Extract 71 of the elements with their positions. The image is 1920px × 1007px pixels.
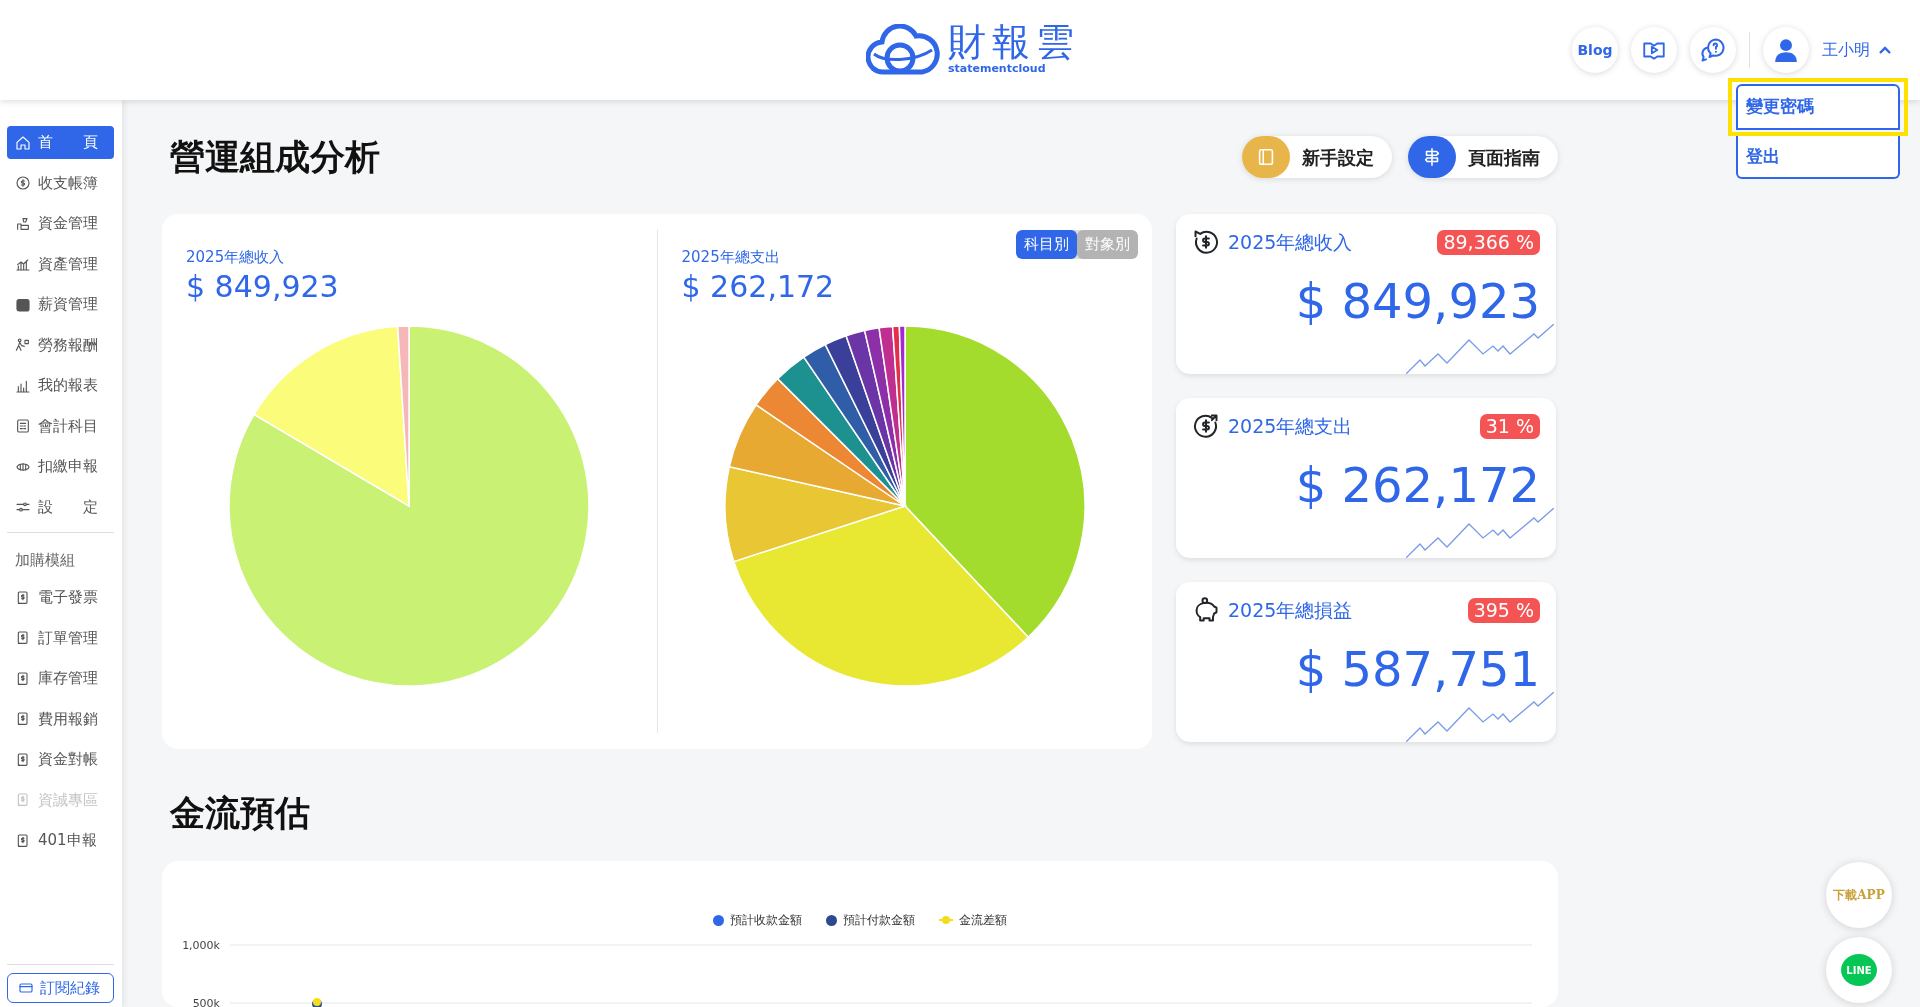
sidebar-item[interactable]: 薪資管理 bbox=[7, 288, 114, 321]
sidebar-item[interactable]: 資金管理 bbox=[7, 207, 114, 240]
logo-subtext: statementcloud bbox=[948, 61, 1047, 77]
card-icon bbox=[18, 980, 34, 996]
sidebar-item[interactable]: 會計科目 bbox=[7, 409, 114, 443]
chat-question-icon bbox=[1699, 36, 1727, 64]
receipt-icon bbox=[15, 711, 31, 727]
menu-item[interactable]: 變更密碼 bbox=[1736, 84, 1900, 130]
amount-value: $ 849,923 bbox=[186, 268, 340, 305]
card-amount: $ 262,172 bbox=[1294, 460, 1540, 509]
data-point-marker bbox=[312, 998, 322, 1007]
avatar-button[interactable] bbox=[1763, 27, 1809, 73]
summary-icon bbox=[1192, 412, 1220, 441]
sidebar-item[interactable]: 資金對帳 bbox=[7, 743, 114, 776]
receipt-icon bbox=[15, 630, 31, 646]
amount-label: 2025年總支出 bbox=[681, 247, 781, 268]
sidebar-item-icon bbox=[15, 418, 31, 434]
change-badge: 395 % bbox=[1467, 597, 1540, 623]
sidebar-item-icon bbox=[15, 296, 31, 313]
sidebar-item[interactable]: 勞務報酬 bbox=[7, 328, 114, 362]
legend-item[interactable]: 預計收款金額 bbox=[713, 911, 802, 929]
blog-button[interactable]: Blog bbox=[1572, 27, 1618, 73]
amount-value: $ 262,172 bbox=[681, 268, 836, 305]
section-title: 金流預估 bbox=[168, 792, 311, 835]
legend-item[interactable]: 預計付款金額 bbox=[826, 911, 915, 929]
user-menu-toggle[interactable]: 王小明 bbox=[1822, 38, 1892, 62]
subscription-button[interactable]: 訂閱紀錄 bbox=[7, 973, 114, 1003]
cloud-logo-icon bbox=[866, 24, 940, 76]
axis-tick-label: 500k bbox=[192, 997, 220, 1007]
sidebar-item-icon bbox=[15, 175, 31, 191]
sidebar-item[interactable]: 首 頁 bbox=[7, 126, 114, 159]
sidebar-item[interactable]: 扣繳申報 bbox=[7, 450, 114, 483]
receipt-icon bbox=[15, 792, 31, 808]
card-label: 2025年總支出 bbox=[1228, 414, 1353, 439]
sidebar-item[interactable]: 我的報表 bbox=[7, 369, 114, 402]
receipt-icon bbox=[15, 751, 31, 768]
sidebar-item[interactable]: 費用報銷 bbox=[7, 702, 114, 736]
card-amount: $ 587,751 bbox=[1294, 644, 1540, 693]
logo-text: 財報雲 bbox=[948, 22, 1080, 61]
receipt-icon bbox=[15, 589, 31, 606]
sidebar-item[interactable]: 收支帳簿 bbox=[7, 166, 114, 200]
change-badge: 89,366 % bbox=[1437, 229, 1540, 255]
legend-item[interactable]: 金流差額 bbox=[939, 911, 1007, 929]
receipt-icon bbox=[15, 670, 31, 687]
change-badge: 31 % bbox=[1479, 413, 1540, 439]
summary-icon bbox=[1192, 228, 1220, 257]
section-title: 營運組成分析 bbox=[170, 136, 380, 178]
sidebar-item[interactable]: 訂單管理 bbox=[7, 621, 114, 655]
amount-label: 2025年總收入 bbox=[186, 247, 286, 268]
axis-tick-label: 1,000k bbox=[182, 939, 220, 952]
receipt-icon bbox=[15, 832, 31, 849]
video-guide-button[interactable] bbox=[1631, 27, 1677, 73]
user-icon bbox=[1773, 37, 1799, 63]
sidebar-item[interactable]: 401申報 bbox=[7, 824, 114, 857]
sidebar-item-icon bbox=[15, 215, 31, 232]
help-chat-button[interactable] bbox=[1690, 27, 1736, 73]
card-label: 2025年總收入 bbox=[1228, 230, 1353, 255]
sidebar-item[interactable]: 電子發票 bbox=[7, 581, 114, 614]
menu-item[interactable]: 登出 bbox=[1736, 135, 1900, 179]
sidebar-item[interactable]: 設 定 bbox=[7, 490, 114, 524]
guide-button[interactable]: 頁面指南 bbox=[1408, 136, 1558, 178]
sidebar-item-icon bbox=[15, 256, 31, 272]
sidebar-item-icon bbox=[15, 337, 31, 353]
sidebar-item[interactable]: 庫存管理 bbox=[7, 662, 114, 695]
guide-button[interactable]: 新手設定 bbox=[1242, 136, 1392, 178]
sidebar-item-icon bbox=[15, 134, 31, 151]
card-label: 2025年總損益 bbox=[1228, 598, 1353, 623]
sidebar-item[interactable]: 資產管理 bbox=[7, 247, 114, 281]
toggle-tab[interactable]: 科目別 bbox=[1016, 230, 1077, 259]
section-heading: 加購模組 bbox=[14, 549, 76, 571]
card-amount: $ 849,923 bbox=[1294, 276, 1540, 325]
